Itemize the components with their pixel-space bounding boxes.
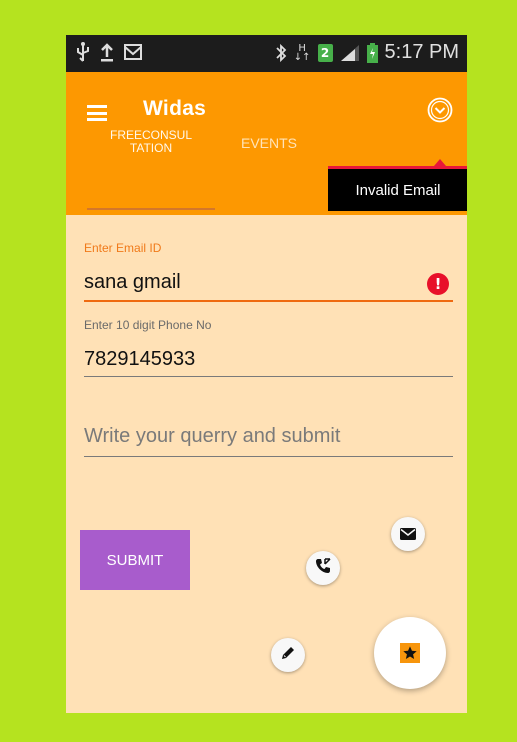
app-title: Widas: [143, 97, 207, 120]
star-icon: [400, 643, 420, 663]
tab-selected-indicator: [87, 208, 215, 210]
hamburger-menu-icon[interactable]: [87, 105, 107, 121]
alert-circle-icon: !: [427, 273, 449, 295]
phone-label: Enter 10 digit Phone No: [84, 318, 212, 332]
usb-icon: [76, 42, 90, 62]
fab-main-button[interactable]: [374, 617, 446, 689]
error-toast: Invalid Email: [328, 169, 467, 211]
battery-charging-icon: [366, 42, 378, 63]
status-bar: H ↓↑ 2 5:17 PM: [66, 35, 467, 72]
status-time: 5:17 PM: [384, 41, 459, 63]
email-label: Enter Email ID: [84, 241, 162, 255]
upload-icon: [100, 42, 114, 62]
phone-icon: [315, 558, 331, 578]
email-field[interactable]: sana gmail: [84, 271, 181, 294]
tab-freeconsultation-line1: FREECONSUL: [109, 128, 192, 142]
query-input[interactable]: Write your querry and submit: [84, 425, 340, 448]
chevron-down-circle-icon[interactable]: [427, 97, 453, 123]
phone-underline: [84, 376, 453, 377]
toast-pointer: [434, 159, 446, 166]
tab-freeconsultation[interactable]: FREECONSUL TATION: [87, 129, 215, 155]
query-underline: [84, 456, 453, 457]
network-badge: 2: [317, 43, 333, 62]
submit-button[interactable]: SUBMIT: [80, 530, 190, 590]
bluetooth-icon: [275, 43, 287, 63]
fab-pencil-button[interactable]: [271, 638, 305, 672]
network-type-icon: H ↓↑: [293, 42, 311, 63]
tab-events[interactable]: EVENTS: [241, 135, 297, 151]
network-type-label: H: [298, 42, 306, 54]
tab-freeconsultation-line2: TATION: [129, 141, 173, 155]
fab-phone-button[interactable]: [306, 551, 340, 585]
fab-mail-button[interactable]: [391, 517, 425, 551]
phone-field[interactable]: 7829145933: [84, 348, 195, 371]
signal-icon: [340, 44, 360, 62]
email-underline: [84, 300, 453, 302]
mail-icon: [124, 44, 142, 60]
pencil-icon: [280, 645, 296, 665]
phone-screen: H ↓↑ 2 5:17 PM Widas FREECONSUL TATION EV…: [66, 35, 467, 713]
mail-icon: [400, 525, 416, 544]
